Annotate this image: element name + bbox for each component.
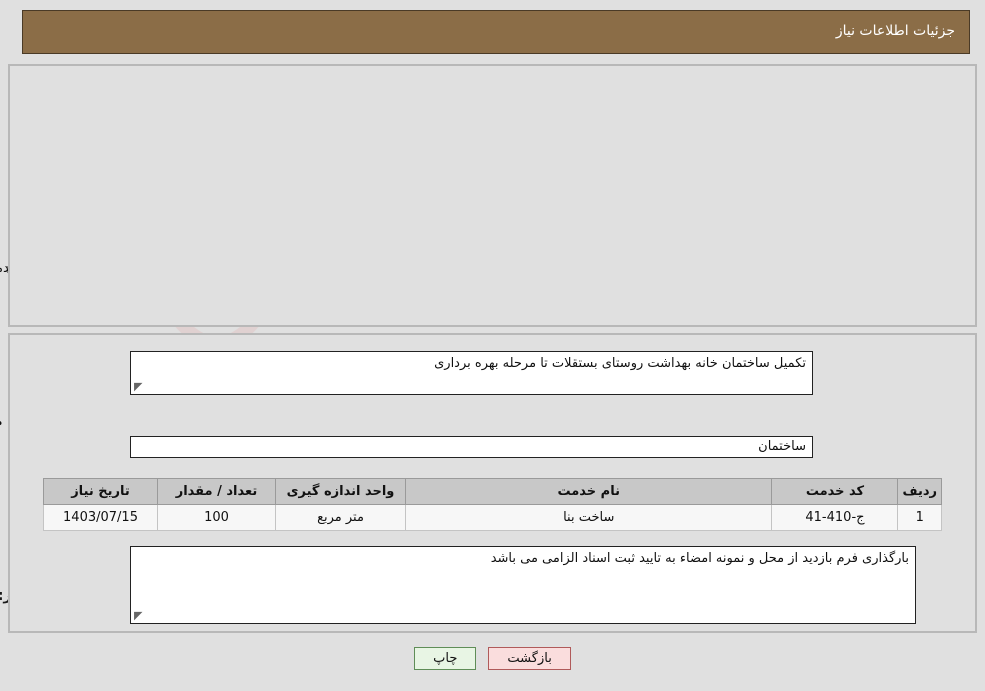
services-table-wrapper: ردیف کد خدمت نام خدمت واحد اندازه گیری ت… (43, 478, 942, 531)
table-row: 1 ج-410-41 ساخت بنا متر مربع 100 1403/07… (43, 504, 942, 531)
th-code: کد خدمت (771, 478, 899, 505)
general-desc-textarea[interactable]: تکمیل ساختمان خانه بهداشت روستای بستقلات… (130, 351, 813, 395)
td-code: ج-410-41 (771, 504, 899, 531)
buyer-notes-textarea[interactable]: بارگذاری فرم بازدید از محل و نمونه امضاء… (130, 546, 916, 624)
td-quantity: 100 (157, 504, 276, 531)
summary-panel (8, 64, 977, 327)
header-bar: جزئیات اطلاعات نیاز (22, 10, 970, 54)
buyer-notes-value: بارگذاری فرم بازدید از محل و نمونه امضاء… (490, 551, 909, 566)
services-table: ردیف کد خدمت نام خدمت واحد اندازه گیری ت… (43, 478, 942, 531)
general-desc-value: تکمیل ساختمان خانه بهداشت روستای بستقلات… (434, 356, 806, 371)
page-root: AnaTender.net جزئیات اطلاعات نیاز شماره … (0, 0, 985, 691)
service-group-value: ساختمان (130, 436, 813, 458)
table-header-row: ردیف کد خدمت نام خدمت واحد اندازه گیری ت… (43, 478, 942, 505)
action-buttons: بازگشت چاپ (0, 647, 985, 670)
td-date: 1403/07/15 (43, 504, 158, 531)
resize-handle-icon[interactable]: ◥ (134, 380, 142, 393)
print-button[interactable]: چاپ (414, 647, 477, 670)
th-unit: واحد اندازه گیری (275, 478, 406, 505)
td-unit: متر مربع (275, 504, 406, 531)
th-name: نام خدمت (404, 478, 773, 505)
th-quantity: تعداد / مقدار (157, 478, 276, 505)
td-name: ساخت بنا (404, 504, 773, 531)
th-radif: ردیف (897, 478, 942, 505)
th-date: تاریخ نیاز (43, 478, 158, 505)
back-button[interactable]: بازگشت (488, 647, 571, 670)
page-title: جزئیات اطلاعات نیاز (835, 23, 955, 39)
resize-handle-icon[interactable]: ◥ (134, 609, 142, 622)
td-radif: 1 (897, 504, 942, 531)
